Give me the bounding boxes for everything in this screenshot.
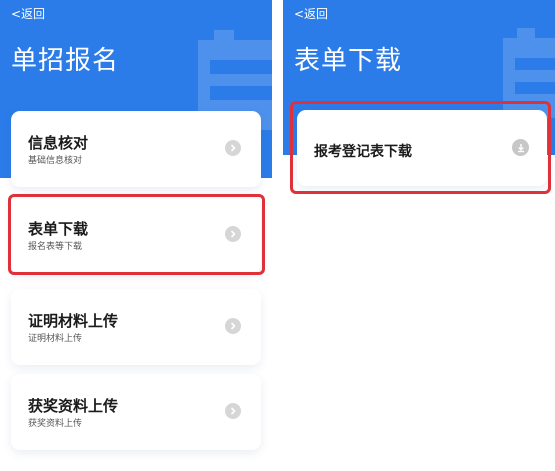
card-title: 证明材料上传 [28,312,119,330]
card-subtitle: 基础信息核对 [28,156,83,166]
chevron-right-icon [225,318,241,334]
highlight-box [8,194,265,275]
page-title: 单招报名 [11,46,120,76]
back-button[interactable]: <返回 [11,5,45,22]
highlight-box [290,101,551,194]
screen-form-download: <返回 表单下载 报考登记表下载 [283,0,555,471]
card-proof-upload[interactable]: 证明材料上传 证明材料上传 [11,289,261,365]
card-award-upload[interactable]: 获奖资料上传 获奖资料上传 [11,374,261,450]
card-subtitle: 获奖资料上传 [28,419,83,429]
screen-registration: <返回 单招报名 信息核对 基础信息核对 表单下载 报名表等下载 证明材料上传 … [0,0,272,471]
card-info-check[interactable]: 信息核对 基础信息核对 [11,111,261,187]
card-title: 获奖资料上传 [28,397,119,415]
card-subtitle: 证明材料上传 [28,334,83,344]
page-title: 表单下载 [294,46,403,76]
back-button[interactable]: <返回 [294,5,328,22]
chevron-right-icon [225,140,241,156]
card-title: 信息核对 [28,134,89,152]
chevron-right-icon [225,403,241,419]
